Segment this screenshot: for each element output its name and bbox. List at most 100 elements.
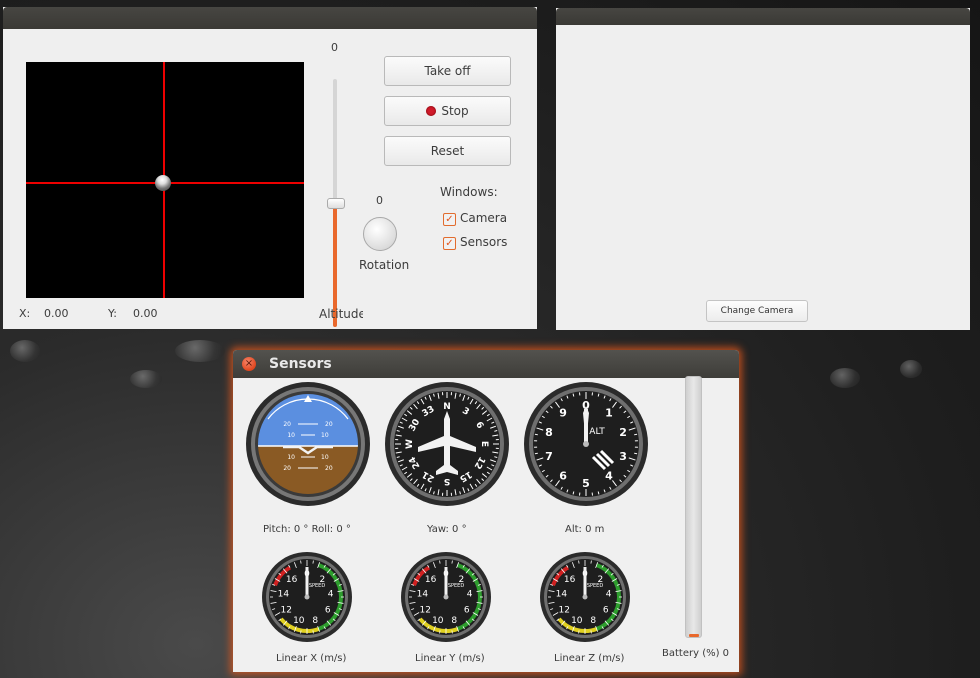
- altitude-value: 0: [331, 41, 338, 54]
- battery-level-fill: [689, 634, 699, 637]
- speed-center-label: SPEED: [309, 583, 326, 589]
- x-label: X:: [19, 307, 31, 320]
- sensors-checkbox[interactable]: ✓: [443, 237, 456, 250]
- altimeter-label: 8: [545, 426, 553, 439]
- rotation-value: 0: [376, 194, 383, 207]
- x-value: 0.00: [44, 307, 69, 320]
- pitch-mark: 10: [287, 432, 295, 439]
- linear-z-speed-gauge: 0246810121416SPEED: [540, 552, 630, 642]
- compass-label: S: [444, 476, 450, 486]
- change-camera-button[interactable]: Change Camera: [706, 300, 808, 322]
- y-label: Y:: [108, 307, 117, 320]
- compass-label: E: [479, 441, 489, 447]
- speed-label: 8: [451, 616, 457, 626]
- speed-label: 16: [286, 575, 298, 585]
- stop-button[interactable]: Stop: [384, 96, 511, 126]
- rotation-label: Rotation: [359, 258, 410, 272]
- battery-level-bar: [685, 376, 702, 638]
- stop-button-label: Stop: [441, 104, 469, 118]
- speed-label: 12: [280, 606, 291, 616]
- battery-caption: Battery (%) 0: [662, 648, 730, 659]
- reset-button[interactable]: Reset: [384, 136, 511, 166]
- attitude-caption: Pitch: 0 ° Roll: 0 °: [263, 524, 351, 535]
- speed-center-label: SPEED: [448, 583, 465, 589]
- altimeter-gauge: 0123456789 ALT: [524, 382, 648, 506]
- speed-label: 16: [564, 575, 576, 585]
- sensors-window-title: Sensors: [269, 356, 332, 372]
- heading-indicator-gauge: N 36E1215S2124W3033: [385, 382, 509, 506]
- linear-z-caption: Linear Z (m/s): [554, 653, 625, 664]
- pitch-mark: 10: [321, 454, 329, 461]
- speed-label: 14: [417, 589, 429, 599]
- speed-label: 14: [278, 589, 290, 599]
- bg-droplet: [175, 340, 225, 362]
- speed-label: 6: [464, 606, 470, 616]
- pitch-mark: 20: [325, 421, 333, 428]
- altitude-slider-handle[interactable]: [327, 198, 345, 209]
- control-window-titlebar[interactable]: [3, 7, 537, 29]
- speed-label: 6: [603, 606, 609, 616]
- camera-window-titlebar[interactable]: [556, 8, 970, 25]
- speed-label: 14: [556, 589, 568, 599]
- altimeter-label: 1: [605, 406, 613, 419]
- speed-label: 8: [590, 616, 596, 626]
- alt-caption: Alt: 0 m: [565, 524, 605, 535]
- take-off-button[interactable]: Take off: [384, 56, 511, 86]
- speed-label: 10: [571, 616, 583, 626]
- pitch-mark: 10: [321, 432, 329, 439]
- bg-droplet: [830, 368, 860, 388]
- camera-checkbox-label: Camera: [460, 211, 508, 225]
- altimeter-label: 5: [582, 477, 590, 490]
- speed-label: 10: [293, 616, 305, 626]
- pitch-mark: 20: [283, 465, 291, 472]
- altimeter-label: 4: [605, 470, 613, 483]
- altimeter-label: 9: [559, 406, 567, 419]
- linear-y-speed-gauge: 0246810121416SPEED: [401, 552, 491, 642]
- yaw-caption: Yaw: 0 °: [427, 524, 467, 535]
- speed-label: 12: [419, 606, 430, 616]
- speed-label: 4: [606, 589, 612, 599]
- bg-droplet: [900, 360, 922, 378]
- bg-droplet: [10, 340, 40, 362]
- pitch-mark: 20: [325, 465, 333, 472]
- position-joystick-pad[interactable]: [26, 62, 304, 298]
- camera-window: Change Camera: [556, 8, 970, 330]
- rotation-dial[interactable]: [363, 217, 397, 251]
- y-value: 0.00: [133, 307, 158, 320]
- pitch-mark: 20: [283, 421, 291, 428]
- joystick-knob[interactable]: [155, 175, 171, 191]
- windows-label: Windows:: [440, 185, 498, 199]
- speed-label: 16: [425, 575, 437, 585]
- speed-label: 12: [558, 606, 569, 616]
- speed-label: 4: [467, 589, 473, 599]
- pitch-mark: 10: [287, 454, 295, 461]
- compass-label: N: [443, 402, 451, 412]
- linear-x-caption: Linear X (m/s): [276, 653, 347, 664]
- speed-label: 10: [432, 616, 444, 626]
- control-window-content: X: 0.00 Y: 0.00 0 Altitude Take off Stop…: [3, 29, 537, 329]
- close-icon[interactable]: ×: [242, 357, 256, 371]
- altimeter-label: 6: [559, 470, 567, 483]
- sensors-window: × Sensors 20 20 10 10 10 10 20 20 Pitch:…: [233, 350, 739, 672]
- camera-checkbox[interactable]: ✓: [443, 213, 456, 226]
- speed-label: 4: [328, 589, 334, 599]
- compass-label: W: [405, 439, 415, 449]
- linear-y-caption: Linear Y (m/s): [415, 653, 485, 664]
- control-window: X: 0.00 Y: 0.00 0 Altitude Take off Stop…: [3, 7, 537, 329]
- altimeter-label: 2: [619, 426, 627, 439]
- speed-label: 8: [312, 616, 318, 626]
- sensors-content: 20 20 10 10 10 10 20 20 Pitch: 0 ° Roll:…: [233, 376, 739, 672]
- bg-droplet: [130, 370, 162, 388]
- sensors-window-titlebar[interactable]: × Sensors: [233, 350, 739, 378]
- linear-x-speed-gauge: 0246810121416SPEED: [262, 552, 352, 642]
- camera-view: Change Camera: [556, 25, 970, 330]
- altitude-label: Altitude: [319, 307, 363, 321]
- altimeter-center-label: ALT: [589, 427, 605, 437]
- speed-center-label: SPEED: [587, 583, 604, 589]
- stop-icon: [426, 106, 437, 116]
- speed-label: 6: [325, 606, 331, 616]
- altimeter-label: 7: [545, 450, 553, 463]
- attitude-indicator-gauge: 20 20 10 10 10 10 20 20: [246, 382, 370, 506]
- sensors-checkbox-label: Sensors: [460, 235, 508, 249]
- altimeter-label: 3: [619, 450, 627, 463]
